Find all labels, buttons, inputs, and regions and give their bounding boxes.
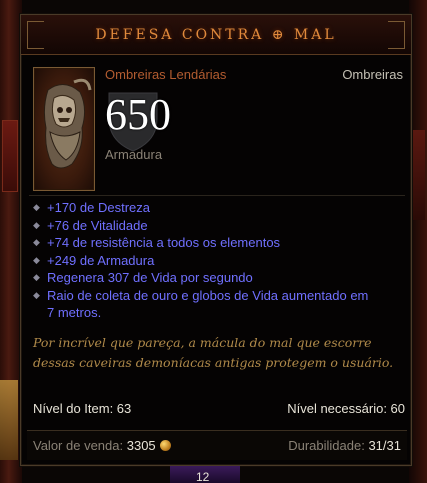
- durability-label: Durabilidade:: [288, 438, 365, 453]
- durability: Durabilidade: 31/31: [288, 438, 401, 453]
- stat-line: ◆ +249 de Armadura: [33, 252, 155, 268]
- tooltip-title-bar: DEFESA CONTRA ⊕ MAL: [21, 15, 411, 55]
- item-type: Ombreiras: [342, 67, 403, 82]
- stat-line: ◆ Regenera 307 de Vida por segundo: [33, 270, 253, 285]
- diamond-bullet-icon: ◆: [33, 219, 40, 230]
- tooltip-footer: Valor de venda: 3305 Durabilidade: 31/31: [27, 430, 407, 460]
- background-left-scenery: [0, 0, 22, 483]
- stats-list: ◆ +170 de Destreza ◆ +76 de Vitalidade ◆ +7…: [33, 199, 409, 322]
- stat-line: ◆ +170 de Destreza: [33, 200, 150, 215]
- stat-line: ◆ +74 de resistência a todos os elementos: [33, 235, 281, 250]
- diamond-bullet-icon: ◆: [33, 272, 40, 282]
- level-row: Nível do Item: 63 Nível necessário: 60: [33, 401, 405, 416]
- diamond-bullet-icon: ◆: [33, 289, 40, 300]
- sell-value-amount: 3305: [126, 438, 156, 453]
- shoulder-armor-icon: [33, 67, 95, 191]
- diamond-bullet-icon: ◆: [33, 254, 40, 265]
- item-level: Nível do Item: 63: [33, 401, 132, 416]
- stat-line: ◆ +76 de Vitalidade: [33, 217, 148, 233]
- durability-value: 31/31: [368, 438, 401, 453]
- stat-line-continuation: ◆7 metros.: [47, 305, 102, 320]
- flavor-text: Por incrível que pareça, a mácula do mal…: [33, 335, 394, 370]
- required-level: Nível necessário: 60: [287, 401, 405, 416]
- gold-coin-icon: [159, 440, 171, 451]
- item-name: Ombreiras Lendárias: [105, 67, 227, 82]
- armor-label: Armadura: [105, 147, 163, 162]
- sell-value-label: Valor de venda:: [33, 438, 124, 453]
- diamond-bullet-icon: ◆: [33, 237, 40, 247]
- item-header: Ombreiras Lendárias Ombreiras 650 Armadu…: [31, 67, 403, 197]
- hud-number: 12: [196, 470, 210, 483]
- armor-value: 650: [105, 90, 171, 139]
- sell-value: Valor de venda: 3305: [33, 438, 171, 453]
- diamond-bullet-icon: ◆: [33, 202, 40, 212]
- item-tooltip: DEFESA CONTRA ⊕ MAL Ombreiras Lendárias …: [20, 14, 412, 466]
- divider: [29, 195, 405, 196]
- stat-line: ◆ Raio de coleta de ouro e globos de Vida…: [33, 287, 369, 303]
- tooltip-title: DEFESA CONTRA ⊕ MAL: [95, 26, 337, 43]
